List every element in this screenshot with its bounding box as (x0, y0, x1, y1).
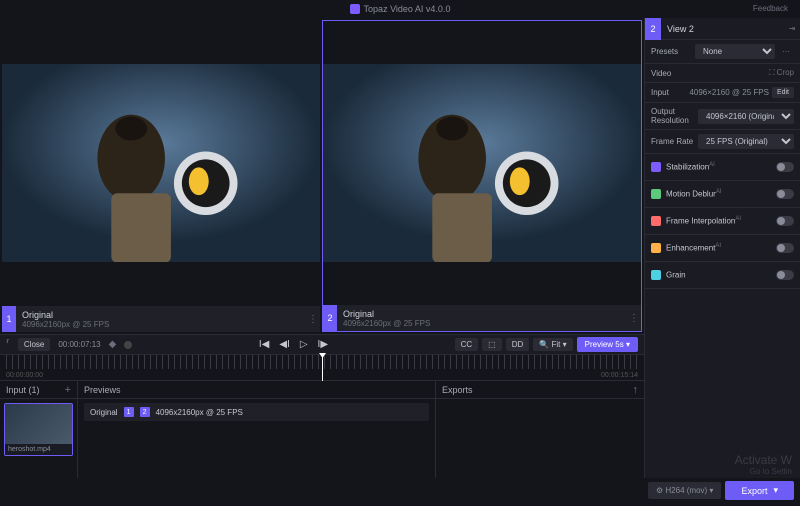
view-mode-cc-button[interactable]: CC (455, 338, 479, 351)
input-panel-title: Input (1) (6, 385, 40, 395)
timeline-end-time: 00:00:15:14 (601, 372, 638, 379)
preview-1-meta: 4096x2160px @ 25 FPS (22, 320, 300, 329)
sidebar-view-title: View 2 (661, 24, 784, 34)
app-logo-icon (350, 4, 360, 14)
enhance-item-motion-deblur[interactable]: Motion DeblurAI (645, 181, 800, 208)
enhance-label: StabilizationAI (666, 162, 715, 172)
enhance-label: Motion DeblurAI (666, 189, 721, 199)
enhance-label: Frame InterpolationAI (666, 216, 741, 226)
playhead[interactable] (322, 355, 323, 381)
app-title: Topaz Video AI v4.0.0 (350, 4, 451, 14)
exports-panel-title: Exports (442, 385, 473, 395)
enhance-icon (651, 162, 661, 172)
enhance-toggle[interactable] (776, 189, 794, 199)
enhance-icon (651, 270, 661, 280)
thumbnail-filename: heroshot.mp4 (5, 444, 72, 455)
os-watermark: Activate W Go to Settin (735, 453, 792, 476)
record-icon[interactable] (124, 341, 132, 349)
close-trim-button[interactable]: Close (18, 338, 50, 351)
thumbnail-image (5, 404, 73, 444)
zoom-icon: 🔍 (539, 340, 549, 349)
sidebar-collapse-icon[interactable]: ⇥ (784, 24, 800, 33)
edit-input-button[interactable]: Edit (772, 87, 794, 98)
zoom-fit-button[interactable]: 🔍 Fit ▾ (533, 338, 572, 351)
next-frame-icon[interactable]: I▶ (318, 339, 328, 350)
enhance-item-enhancement[interactable]: EnhancementAI (645, 235, 800, 262)
enhance-icon (651, 189, 661, 199)
enhance-item-stabilization[interactable]: StabilizationAI (645, 154, 800, 181)
enhance-toggle[interactable] (776, 216, 794, 226)
preview-pane-2[interactable]: 2 Original 4096x2160px @ 25 FPS ⋮ (322, 20, 642, 332)
preview-row-meta: 4096x2160px @ 25 FPS (156, 408, 243, 417)
presets-select[interactable]: None (695, 44, 775, 59)
input-thumbnail[interactable]: heroshot.mp4 (4, 403, 73, 456)
trim-in-icon[interactable]: ⸢ (6, 339, 10, 350)
enhance-toggle[interactable] (776, 162, 794, 172)
export-codec-select[interactable]: ⚙ H264 (mov) ▾ (648, 482, 721, 499)
enhance-icon (651, 243, 661, 253)
preview-2-more-icon[interactable]: ⋮ (627, 313, 641, 324)
output-res-label: Output Resolution (651, 107, 698, 125)
preview-1-name: Original (22, 310, 300, 320)
enhance-label: EnhancementAI (666, 243, 721, 253)
view-mode-dd-button[interactable]: DD (506, 338, 530, 351)
framerate-select[interactable]: 25 FPS (Original) (698, 134, 794, 149)
enhance-icon (651, 216, 661, 226)
sidebar-view-badge: 2 (645, 18, 661, 40)
video-section-label: Video (651, 69, 671, 78)
preview-pane-1[interactable]: 1 Original 4096x2160px @ 25 FPS ⋮ (2, 20, 320, 332)
input-res-value: 4096×2160 @ 25 FPS (689, 88, 769, 97)
export-button[interactable]: Export ▾ (725, 481, 794, 500)
presets-more-icon[interactable]: ⋯ (778, 47, 794, 56)
preview-row-badge-1: 1 (124, 407, 134, 417)
preview-1-more-icon[interactable]: ⋮ (306, 314, 320, 325)
prev-frame-icon[interactable]: ◀I (279, 339, 289, 350)
enhance-item-frame-interpolation[interactable]: Frame InterpolationAI (645, 208, 800, 235)
add-input-button[interactable]: + (65, 384, 71, 396)
feedback-button[interactable]: Feedback (747, 2, 794, 15)
preview-1-badge: 1 (2, 306, 16, 332)
exports-sort-icon[interactable]: ↑ (633, 384, 639, 396)
chevron-down-icon: ▾ (773, 485, 778, 496)
preview-row-badge-2: 2 (140, 407, 150, 417)
marker-icon[interactable]: ◆ (109, 339, 117, 350)
preview-2-badge: 2 (323, 305, 337, 331)
input-res-label: Input (651, 88, 669, 97)
preview-list-row[interactable]: Original 1 2 4096x2160px @ 25 FPS (84, 403, 429, 421)
skip-start-icon[interactable]: I◀ (259, 339, 269, 350)
crop-button[interactable]: ⛶ Crop (769, 68, 794, 78)
preview-image-1 (2, 20, 320, 306)
presets-label: Presets (651, 47, 678, 56)
timeline-start-time: 00:00:00:00 (6, 372, 43, 379)
preview-image-2 (323, 21, 641, 305)
play-icon[interactable]: ▷ (300, 339, 308, 350)
enhance-item-grain[interactable]: Grain (645, 262, 800, 289)
view-mode-split-button[interactable]: ⬚ (482, 338, 502, 351)
preview-render-button[interactable]: Preview 5s ▾ (577, 337, 638, 352)
timeline-current-time: 00:00:07:13 (58, 340, 100, 349)
enhance-toggle[interactable] (776, 243, 794, 253)
previews-panel-title: Previews (84, 385, 121, 395)
timeline-ruler[interactable]: 00:00:00:00 00:00:15:14 (0, 354, 644, 380)
enhance-toggle[interactable] (776, 270, 794, 280)
preview-2-meta: 4096x2160px @ 25 FPS (343, 319, 621, 328)
preview-2-name: Original (343, 309, 621, 319)
preview-row-label: Original (90, 408, 118, 417)
framerate-label: Frame Rate (651, 137, 693, 146)
enhance-label: Grain (666, 270, 686, 280)
output-res-select[interactable]: 4096×2160 (Original) (698, 109, 794, 124)
